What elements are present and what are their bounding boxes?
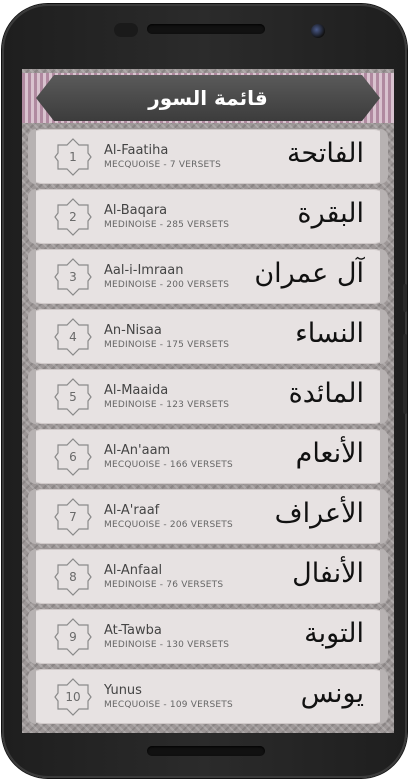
surah-row[interactable]: 4 An-Nisaa MEDINOISE - 175 VERSETS النساء: [28, 309, 388, 364]
surah-name: Yunus: [104, 683, 142, 698]
surah-info: MEDINOISE - 285 VERSETS: [104, 220, 230, 230]
surah-arabic-name: آل عمران: [254, 258, 364, 289]
surah-name: Al-Anfaal: [104, 563, 163, 578]
surah-row[interactable]: 7 Al-A'raaf MECQUOISE - 206 VERSETS الأعراف: [28, 489, 388, 544]
surah-number-badge: 8: [54, 558, 92, 596]
surah-number: 10: [65, 690, 81, 704]
page-title: قائمة السور: [148, 86, 268, 110]
surah-row[interactable]: 2 Al-Baqara MEDINOISE - 285 VERSETS البقرة: [28, 189, 388, 244]
surah-info: MEDINOISE - 123 VERSETS: [104, 400, 230, 410]
surah-arabic-name: الأنفال: [292, 558, 364, 589]
surah-arabic-name: يونس: [300, 678, 364, 709]
volume-button: [403, 284, 407, 312]
surah-name: Al-An'aam: [104, 443, 171, 458]
surah-row[interactable]: 3 Aal-i-Imraan MEDINOISE - 200 VERSETS آل ع…: [28, 249, 388, 304]
surah-arabic-name: البقرة: [297, 198, 364, 229]
surah-number: 9: [69, 630, 77, 644]
surah-name: Al-Faatiha: [104, 143, 169, 158]
surah-arabic-name: المائدة: [288, 378, 364, 409]
surah-info: MEDINOISE - 200 VERSETS: [104, 280, 230, 290]
surah-number: 6: [69, 450, 77, 464]
surah-arabic-name: النساء: [295, 318, 364, 349]
surah-name: Al-A'raaf: [104, 503, 160, 518]
phone-frame: قائمة السور 1 Al-Faatiha MECQUOISE - 7 VER…: [2, 4, 407, 778]
surah-number: 2: [69, 210, 77, 224]
app-header: قائمة السور: [22, 69, 394, 127]
surah-number: 4: [69, 330, 77, 344]
surah-number: 5: [69, 390, 77, 404]
surah-name: An-Nisaa: [104, 323, 162, 338]
surah-row[interactable]: 6 Al-An'aam MECQUOISE - 166 VERSETS الأنعام: [28, 429, 388, 484]
surah-name: Al-Maaida: [104, 383, 169, 398]
surah-number-badge: 7: [54, 498, 92, 536]
surah-row[interactable]: 5 Al-Maaida MEDINOISE - 123 VERSETS المائدة: [28, 369, 388, 424]
surah-number-badge: 10: [54, 678, 92, 716]
surah-info: MEDINOISE - 175 VERSETS: [104, 340, 230, 350]
surah-number-badge: 9: [54, 618, 92, 656]
front-camera: [311, 24, 325, 38]
app-screen: قائمة السور 1 Al-Faatiha MECQUOISE - 7 VER…: [22, 69, 394, 733]
surah-number: 8: [69, 570, 77, 584]
top-speaker: [147, 24, 265, 34]
bottom-speaker: [147, 746, 265, 756]
surah-name: At-Tawba: [104, 623, 162, 638]
surah-info: MEDINOISE - 130 VERSETS: [104, 640, 230, 650]
surah-number: 7: [69, 510, 77, 524]
surah-info: MECQUOISE - 206 VERSETS: [104, 520, 233, 530]
surah-info: MECQUOISE - 109 VERSETS: [104, 700, 233, 710]
surah-arabic-name: الفاتحة: [286, 138, 364, 169]
surah-number: 1: [69, 150, 77, 164]
surah-row[interactable]: 10 Yunus MECQUOISE - 109 VERSETS يونس: [28, 669, 388, 724]
surah-number-badge: 6: [54, 438, 92, 476]
surah-number-badge: 5: [54, 378, 92, 416]
surah-number-badge: 4: [54, 318, 92, 356]
surah-name: Aal-i-Imraan: [104, 263, 184, 278]
surah-number: 3: [69, 270, 77, 284]
surah-number-badge: 1: [54, 138, 92, 176]
power-button: [403, 334, 407, 414]
surah-arabic-name: الأعراف: [274, 498, 364, 529]
surah-row[interactable]: 9 At-Tawba MEDINOISE - 130 VERSETS التوبة: [28, 609, 388, 664]
surah-info: MECQUOISE - 7 VERSETS: [104, 160, 222, 170]
surah-number-badge: 3: [54, 258, 92, 296]
surah-arabic-name: التوبة: [304, 618, 364, 649]
surah-row[interactable]: 1 Al-Faatiha MECQUOISE - 7 VERSETS الفاتحة: [28, 129, 388, 184]
surah-name: Al-Baqara: [104, 203, 168, 218]
surah-info: MECQUOISE - 166 VERSETS: [104, 460, 233, 470]
sensor: [114, 23, 138, 37]
surah-info: MEDINOISE - 76 VERSETS: [104, 580, 224, 590]
surah-number-badge: 2: [54, 198, 92, 236]
surah-arabic-name: الأنعام: [295, 438, 364, 469]
surah-row[interactable]: 8 Al-Anfaal MEDINOISE - 76 VERSETS الأنفال: [28, 549, 388, 604]
